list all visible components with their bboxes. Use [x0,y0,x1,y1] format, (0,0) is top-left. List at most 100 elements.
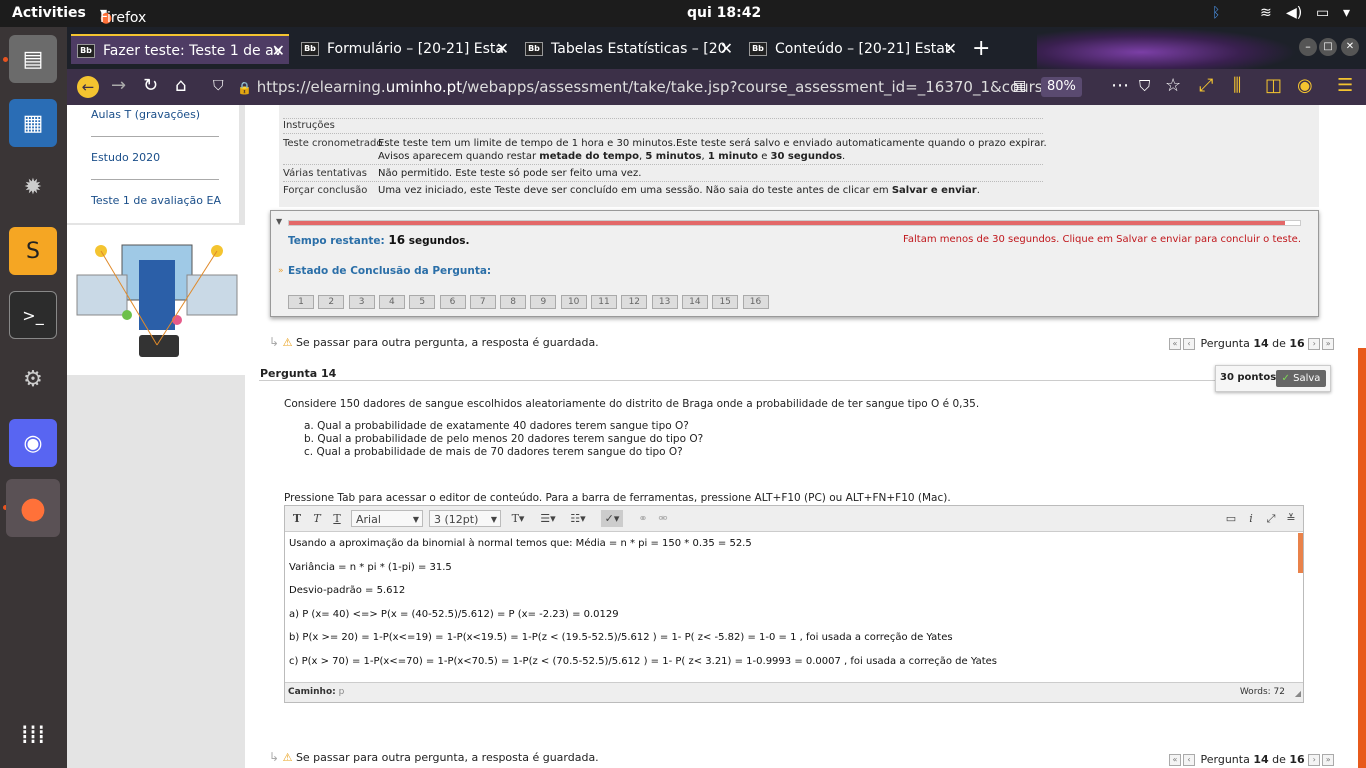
spellcheck-icon[interactable]: ✓▾ [601,510,623,527]
page-scrollbar[interactable] [1358,348,1366,768]
first-question-icon[interactable]: « [1169,754,1181,766]
collapse-toolbar-icon[interactable]: ≚ [1283,510,1299,527]
close-tab-icon[interactable]: ✕ [272,36,285,64]
close-window-icon[interactable]: ✕ [1341,38,1359,56]
bold-icon[interactable]: T [289,510,305,527]
address-bar[interactable]: 🔒 https://elearning.uminho.pt/webapps/as… [237,74,1117,100]
question-status-2[interactable]: 2 [318,295,345,309]
collapse-triangle-icon[interactable]: ▼ [276,217,282,226]
format-icon[interactable]: T▾ [507,510,529,527]
app-menu[interactable]: ● Firefox Web Browser ▾ [100,5,157,58]
collapse-chevron-icon[interactable]: » [278,266,284,276]
bullet-list-icon[interactable]: ☰▾ [537,510,559,527]
tab-tabelas[interactable]: Bb Tabelas Estatísticas – [20 ✕ [519,34,737,64]
italic-icon[interactable]: T [309,510,325,527]
discord-icon[interactable]: ◉ [9,419,57,467]
volume-icon[interactable]: ◀) [1286,5,1302,21]
editor-scroll-indicator[interactable] [1298,533,1303,573]
running-indicator [3,57,8,62]
numbered-list-icon[interactable]: ☷▾ [567,510,589,527]
terminal-icon[interactable]: >_ [9,291,57,339]
resize-handle-icon[interactable]: ◢ [1295,689,1301,698]
new-tab-icon[interactable]: + [972,34,996,64]
library-icon[interactable]: ⫼ [1233,75,1241,96]
question-status-8[interactable]: 8 [500,295,527,309]
tab-conteudo[interactable]: Bb Conteúdo – [20-21] Estat ✕ [743,34,961,64]
question-status-4[interactable]: 4 [378,295,405,309]
pocket-icon[interactable]: ⛉ [1139,77,1150,95]
zoom-level[interactable]: 80% [1041,77,1082,97]
tracking-shield-icon[interactable]: ⛉ [213,78,224,94]
question-status-16[interactable]: 16 [742,295,769,309]
tab-fazer-teste[interactable]: Bb Fazer teste: Teste 1 de av ✕ [71,34,289,64]
question-status-1[interactable]: 1 [288,295,314,309]
forward-icon[interactable]: → [111,75,126,96]
question-status-11[interactable]: 11 [591,295,617,309]
home-icon[interactable]: ⌂ [175,75,186,96]
minimize-icon[interactable]: – [1299,38,1317,56]
expand-icon[interactable]: ⤢ [1199,75,1213,96]
sidebar-item-aulas[interactable]: Aulas T (gravações) [91,108,200,121]
font-family-select[interactable]: Arial ▼ [351,510,423,527]
question-status-10[interactable]: 10 [560,295,587,309]
question-status-3[interactable]: 3 [348,295,375,309]
prev-question-icon[interactable]: ‹ [1183,338,1195,350]
reader-view-icon[interactable]: ▤ [1013,78,1026,94]
question-status-9[interactable]: 9 [530,295,557,309]
close-tab-icon[interactable]: ✕ [944,34,957,64]
info-icon[interactable]: i [1243,510,1259,527]
sidebar-icon[interactable]: ◫ [1265,75,1282,96]
sidebar-item-teste[interactable]: Teste 1 de avaliação EA [91,194,221,207]
page-actions-icon[interactable]: ⋯ [1111,75,1129,96]
activities-button[interactable]: Activities [12,5,86,21]
files-icon[interactable]: ▤ [9,35,57,83]
bug-icon[interactable]: ✹ [9,163,57,211]
menu-icon[interactable]: ☰ [1337,75,1353,96]
last-question-icon[interactable]: » [1322,754,1335,766]
bookmark-star-icon[interactable]: ☆ [1165,75,1181,96]
completion-status-title[interactable]: Estado de Conclusão da Pergunta: [288,265,491,277]
tab-label: Fazer teste: Teste 1 de av [103,43,282,59]
editor-line: c) P(x > 70) = 1-P(x<=70) = 1-P(x<70.5) … [289,655,997,667]
sublime-icon[interactable]: S [9,227,57,275]
unlink-icon[interactable]: ⚮ [655,510,671,527]
account-icon[interactable]: ◉ [1297,75,1313,96]
last-question-icon[interactable]: » [1322,338,1335,350]
pager-label: Pergunta [1200,753,1250,766]
close-tab-icon[interactable]: ✕ [496,34,509,64]
reload-icon[interactable]: ↻ [143,75,158,96]
bluetooth-icon[interactable]: ᛒ [1212,5,1220,21]
writer-icon[interactable]: ▦ [9,99,57,147]
link-icon[interactable]: ⚭ [635,510,651,527]
system-menu-icon[interactable]: ▾ [1343,5,1350,21]
app-grid-icon[interactable]: ⁞⁞⁞ [9,711,57,759]
firefox-icon[interactable]: ● [6,479,60,537]
maximize-icon[interactable]: □ [1319,38,1337,56]
question-status-12[interactable]: 12 [621,295,648,309]
clock[interactable]: qui 18:42 [687,5,761,21]
question-status-15[interactable]: 15 [712,295,739,309]
indent-arrow-icon: ↳ [269,750,280,764]
prev-question-icon[interactable]: ‹ [1183,754,1195,766]
question-status-14[interactable]: 14 [681,295,708,309]
font-size-select[interactable]: 3 (12pt) ▼ [429,510,501,527]
close-tab-icon[interactable]: ✕ [720,34,733,64]
page-content: Aulas T (gravações) Estudo 2020 Teste 1 … [67,105,1366,768]
next-question-icon[interactable]: › [1308,754,1321,766]
back-icon[interactable]: ← [77,76,99,98]
sidebar-item-estudo[interactable]: Estudo 2020 [91,151,160,164]
settings-icon[interactable]: ⚙ [9,355,57,403]
question-status-6[interactable]: 6 [439,295,466,309]
underline-icon[interactable]: T [329,510,345,527]
question-status-13[interactable]: 13 [651,295,678,309]
tab-formulario[interactable]: Bb Formulário – [20-21] Esta ✕ [295,34,513,64]
first-question-icon[interactable]: « [1169,338,1181,350]
question-status-5[interactable]: 5 [409,295,436,309]
question-status-7[interactable]: 7 [469,295,496,309]
preview-icon[interactable]: ▭ [1223,510,1239,527]
fullscreen-icon[interactable]: ⤢ [1263,510,1279,527]
battery-icon[interactable]: ▭ [1316,5,1329,21]
next-question-icon[interactable]: › [1308,338,1321,350]
wifi-icon[interactable]: ≋ [1260,5,1272,21]
divider [91,136,219,137]
